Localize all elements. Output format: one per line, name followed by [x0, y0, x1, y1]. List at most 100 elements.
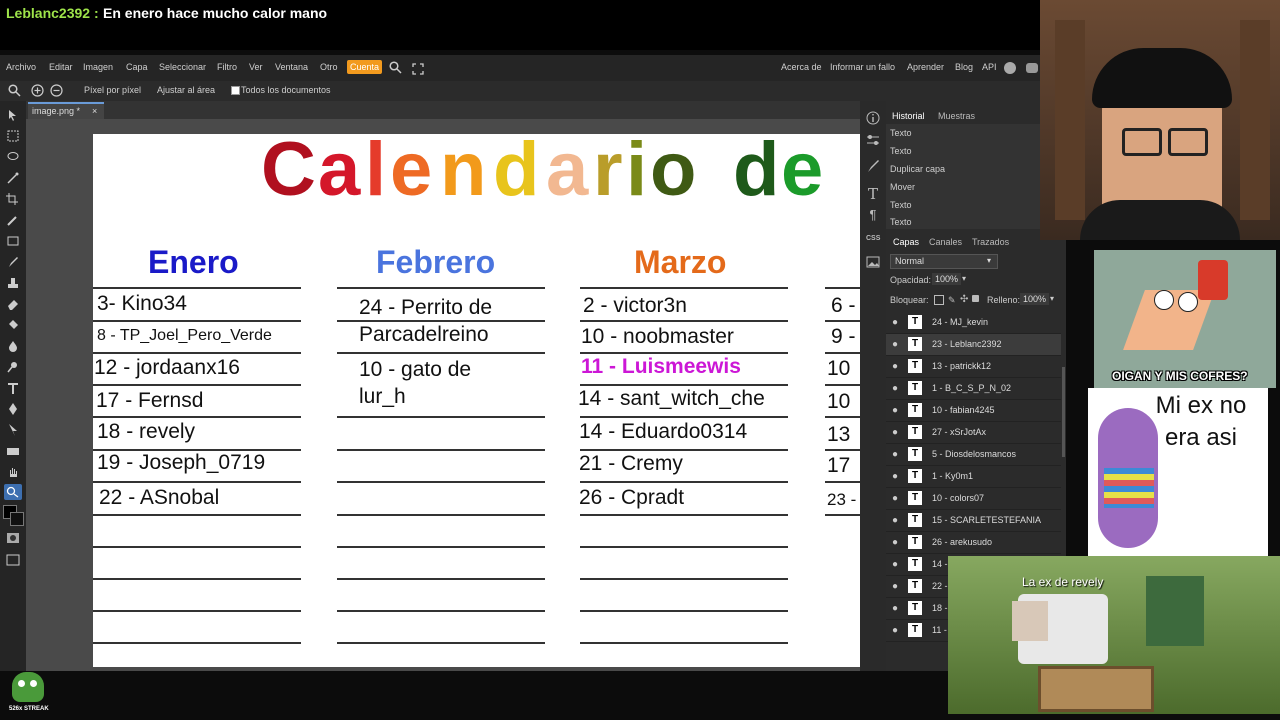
opacity-dropdown-icon[interactable]: ▾	[962, 274, 966, 283]
pen-tool-icon[interactable]	[6, 402, 20, 415]
eye-icon[interactable]: ●	[892, 383, 898, 394]
layer-row[interactable]: ● T 10 - colors07	[886, 488, 1061, 510]
paragraph-icon[interactable]: ¶	[866, 207, 880, 222]
all-docs-checkbox[interactable]	[231, 86, 240, 95]
eye-icon[interactable]: ●	[892, 405, 898, 416]
crop-tool-icon[interactable]	[6, 192, 20, 205]
screen-mode-icon[interactable]	[6, 553, 20, 566]
bucket-tool-icon[interactable]	[6, 318, 20, 330]
eye-icon[interactable]: ●	[892, 581, 898, 592]
eye-icon[interactable]: ●	[892, 361, 898, 372]
eye-icon[interactable]: ●	[892, 339, 898, 350]
quickmask-icon[interactable]	[6, 531, 20, 543]
menu-otro[interactable]: Otro	[320, 62, 338, 72]
link-acerca[interactable]: Acerca de	[781, 62, 822, 72]
shape-tool-icon[interactable]	[6, 444, 20, 456]
blur-tool-icon[interactable]	[6, 339, 20, 352]
layer-row[interactable]: ● T 26 - arekusudo	[886, 532, 1061, 554]
layer-row[interactable]: ● T 10 - fabian4245	[886, 400, 1061, 422]
layer-row[interactable]: ● T 5 - Diosdelosmancos	[886, 444, 1061, 466]
history-item[interactable]: Texto	[886, 214, 1040, 230]
eye-icon[interactable]: ●	[892, 515, 898, 526]
wand-tool-icon[interactable]	[6, 171, 20, 184]
document-tab[interactable]: image.png * ×	[28, 102, 104, 120]
pixel-button[interactable]: Píxel por píxel	[84, 85, 141, 95]
blend-mode-select[interactable]: Normal ▾	[890, 254, 998, 269]
lasso-tool-icon[interactable]	[6, 150, 20, 162]
fit-button[interactable]: Ajustar al área	[157, 85, 215, 95]
lock-all-icon[interactable]	[972, 295, 979, 302]
eye-icon[interactable]: ●	[892, 317, 898, 328]
eye-icon[interactable]: ●	[892, 427, 898, 438]
adjust-icon[interactable]	[866, 133, 880, 147]
layer-row[interactable]: ● T 27 - xSrJotAx	[886, 422, 1061, 444]
background-color-swatch[interactable]	[10, 512, 24, 526]
select-tool-icon[interactable]	[6, 234, 20, 246]
menu-archivo[interactable]: Archivo	[6, 62, 36, 72]
link-aprender[interactable]: Aprender	[907, 62, 944, 72]
layer-row[interactable]: ● T 15 - SCARLETESTEFANIA	[886, 510, 1061, 532]
twitter-icon[interactable]	[1026, 63, 1038, 73]
layer-row-selected[interactable]: ● T 23 - Leblanc2392	[886, 334, 1061, 356]
dodge-tool-icon[interactable]	[6, 360, 20, 373]
eye-icon[interactable]: ●	[892, 493, 898, 504]
eye-icon[interactable]: ●	[892, 537, 898, 548]
layer-row[interactable]: ● T 24 - MJ_kevin	[886, 312, 1061, 334]
tab-capas[interactable]: Capas	[893, 237, 919, 247]
css-icon[interactable]: CSS	[866, 235, 880, 249]
eye-icon[interactable]: ●	[892, 559, 898, 570]
eye-icon[interactable]: ●	[892, 625, 898, 636]
fullscreen-icon[interactable]	[412, 62, 424, 80]
lock-transparency-icon[interactable]	[934, 295, 944, 305]
move-tool-icon[interactable]	[6, 108, 20, 121]
reddit-icon[interactable]	[1004, 62, 1016, 74]
zoom-tool-icon[interactable]	[8, 84, 21, 102]
history-item[interactable]: Texto	[886, 196, 1040, 215]
search-icon[interactable]	[389, 61, 402, 79]
eye-icon[interactable]: ●	[892, 471, 898, 482]
link-fallo[interactable]: Informar un fallo	[830, 62, 895, 72]
tab-close-icon[interactable]: ×	[92, 106, 97, 116]
tab-historial[interactable]: Historial	[892, 111, 925, 121]
link-api[interactable]: API	[982, 62, 997, 72]
character-icon[interactable]: T	[866, 185, 880, 203]
history-item[interactable]: Texto	[886, 124, 1040, 143]
opacity-input[interactable]: 100%	[932, 273, 962, 285]
tab-canales[interactable]: Canales	[929, 237, 962, 247]
layer-row[interactable]: ● T 1 - Ky0m1	[886, 466, 1061, 488]
zoom-in-icon[interactable]	[31, 84, 44, 102]
brush-tool-icon[interactable]	[6, 255, 20, 267]
history-item[interactable]: Mover	[886, 178, 1040, 197]
image-icon[interactable]	[866, 255, 880, 269]
link-blog[interactable]: Blog	[955, 62, 973, 72]
tab-trazados[interactable]: Trazados	[972, 237, 1009, 247]
brush-panel-icon[interactable]	[866, 159, 880, 173]
layers-scrollbar[interactable]	[1062, 367, 1065, 457]
eraser-tool-icon[interactable]	[6, 297, 20, 310]
image-canvas[interactable]: C a l e n d a r i o d e Enero Febrero Ma…	[93, 134, 860, 667]
layer-row[interactable]: ● T 13 - patrickk12	[886, 356, 1061, 378]
menu-cuenta[interactable]: Cuenta	[347, 60, 383, 74]
fill-input[interactable]: 100%	[1020, 293, 1050, 305]
menu-capa[interactable]: Capa	[126, 62, 148, 72]
marquee-tool-icon[interactable]	[6, 129, 20, 142]
stamp-tool-icon[interactable]	[6, 276, 20, 288]
layer-row[interactable]: ● T 1 - B_C_S_P_N_02	[886, 378, 1061, 400]
eye-icon[interactable]: ●	[892, 603, 898, 614]
menu-seleccionar[interactable]: Seleccionar	[159, 62, 206, 72]
lock-move-icon[interactable]: ✣	[960, 294, 968, 305]
history-item[interactable]: Texto	[886, 142, 1040, 161]
menu-imagen[interactable]: Imagen	[83, 62, 113, 72]
hand-tool-icon[interactable]	[6, 465, 20, 477]
menu-filtro[interactable]: Filtro	[217, 62, 237, 72]
zoom-out-icon[interactable]	[50, 84, 63, 102]
info-icon[interactable]	[866, 111, 880, 125]
menu-editar[interactable]: Editar	[49, 62, 73, 72]
fill-dropdown-icon[interactable]: ▾	[1050, 294, 1054, 303]
tab-muestras[interactable]: Muestras	[938, 111, 975, 121]
menu-ventana[interactable]: Ventana	[275, 62, 308, 72]
eyedropper-tool-icon[interactable]	[6, 213, 20, 226]
path-select-tool-icon[interactable]	[6, 423, 20, 436]
eye-icon[interactable]: ●	[892, 449, 898, 460]
lock-paint-icon[interactable]: ✎	[948, 295, 956, 306]
